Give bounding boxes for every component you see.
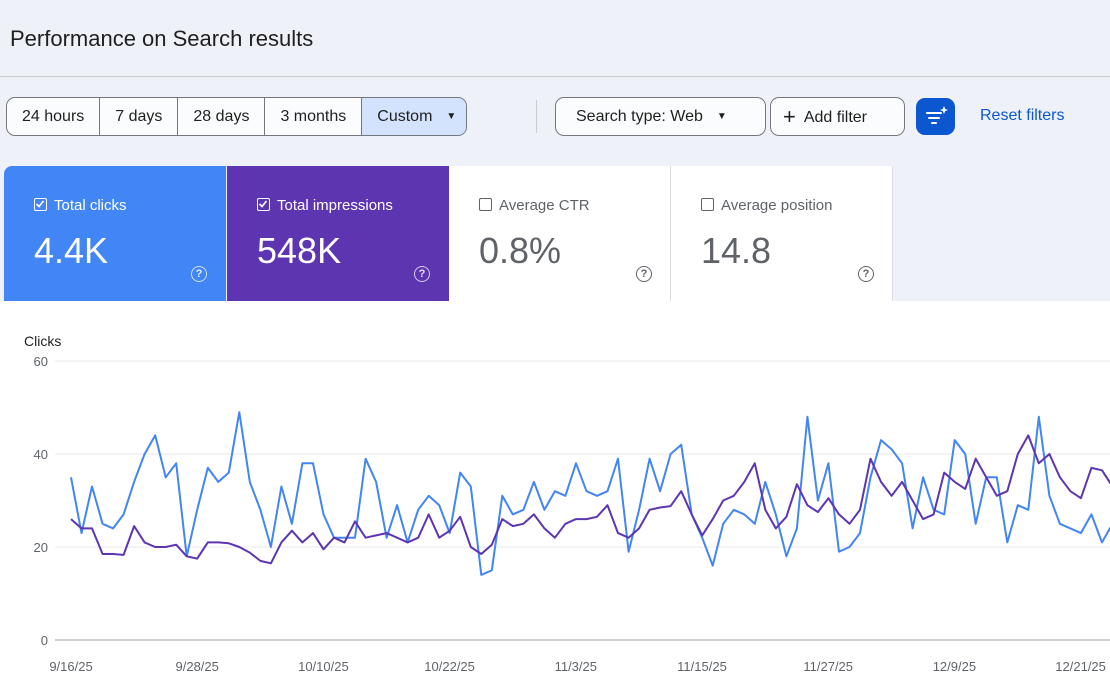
metric-label: Total clicks	[34, 197, 127, 214]
metric-card-total-clicks[interactable]: Total clicks 4.4K ?	[4, 166, 226, 301]
caret-down-icon: ▼	[716, 111, 727, 123]
filter-compare-button[interactable]	[916, 98, 955, 135]
y-tick-label: 20	[34, 540, 48, 555]
page-title: Performance on Search results	[10, 26, 314, 51]
range-3-months-button[interactable]: 3 months	[265, 98, 363, 135]
metric-value: 14.8	[701, 230, 772, 271]
x-tick-label: 11/3/25	[555, 659, 597, 674]
metric-label-text: Total impressions	[277, 197, 393, 214]
metric-card-average-position[interactable]: Average position 14.8 ?	[671, 166, 893, 301]
toolbar-separator	[536, 100, 537, 133]
metric-card-average-ctr[interactable]: Average CTR 0.8% ?	[449, 166, 671, 301]
metric-value: 4.4K	[34, 230, 109, 271]
caret-down-icon: ▼	[446, 111, 457, 123]
range-custom-button[interactable]: Custom ▼	[362, 98, 467, 135]
range-28-days-button[interactable]: 28 days	[178, 98, 266, 135]
metric-cards: Total clicks 4.4K ? Total impressions 54…	[4, 166, 1110, 301]
help-icon[interactable]: ?	[414, 266, 430, 282]
metric-label-text: Total clicks	[54, 197, 127, 214]
header-divider	[0, 76, 1110, 77]
x-tick-label: 11/15/25	[677, 659, 727, 674]
add-filter-button[interactable]: + Add filter	[770, 97, 905, 136]
x-tick-label: 9/16/25	[49, 659, 92, 674]
search-type-label: Search type: Web	[576, 108, 703, 125]
date-range-selector: 24 hours 7 days 28 days 3 months Custom ▼	[6, 97, 468, 136]
y-tick-label: 0	[41, 633, 48, 648]
series-line-impressions	[70, 434, 1110, 565]
y-tick-label: 40	[34, 447, 48, 462]
plus-icon: +	[783, 104, 796, 129]
search-type-dropdown[interactable]: Search type: Web ▼	[555, 97, 766, 136]
help-icon[interactable]: ?	[636, 266, 652, 282]
metric-card-total-impressions[interactable]: Total impressions 548K ?	[227, 166, 449, 301]
metric-label: Average position	[701, 197, 832, 214]
y-tick-label: 60	[34, 354, 48, 369]
metric-label: Total impressions	[257, 197, 393, 214]
x-tick-label: 9/28/25	[176, 659, 219, 674]
metric-label: Average CTR	[479, 197, 590, 214]
filter-sparkle-icon	[926, 106, 948, 124]
toolbar: 24 hours 7 days 28 days 3 months Custom ▼…	[6, 97, 1106, 136]
range-24-hours-button[interactable]: 24 hours	[7, 98, 101, 135]
metric-value: 548K	[257, 230, 342, 271]
x-tick-label: 10/10/25	[298, 659, 349, 674]
range-custom-label: Custom	[377, 108, 433, 125]
range-7-days-button[interactable]: 7 days	[100, 98, 179, 135]
series-line-clicks	[70, 411, 1110, 576]
metric-value: 0.8%	[479, 230, 562, 271]
add-filter-label: Add filter	[803, 109, 867, 126]
reset-filters-link[interactable]: Reset filters	[980, 97, 1064, 135]
x-tick-label: 12/9/25	[933, 659, 976, 674]
metric-label-text: Average CTR	[499, 197, 590, 214]
help-icon[interactable]: ?	[858, 266, 874, 282]
x-tick-label: 12/21/25	[1055, 659, 1106, 674]
x-tick-label: 10/22/25	[424, 659, 475, 674]
help-icon[interactable]: ?	[191, 266, 207, 282]
x-tick-label: 11/27/25	[803, 659, 853, 674]
performance-chart: 60 40 20 09/16/25 9/28/25 10/10/25 10/22/25 11/…	[34, 354, 1110, 674]
metric-label-text: Average position	[721, 197, 833, 214]
performance-chart-panel: Clicks 60 40 20 0 9/16/25 9/28/25 10/10/25 10/2…	[0, 301, 1110, 695]
